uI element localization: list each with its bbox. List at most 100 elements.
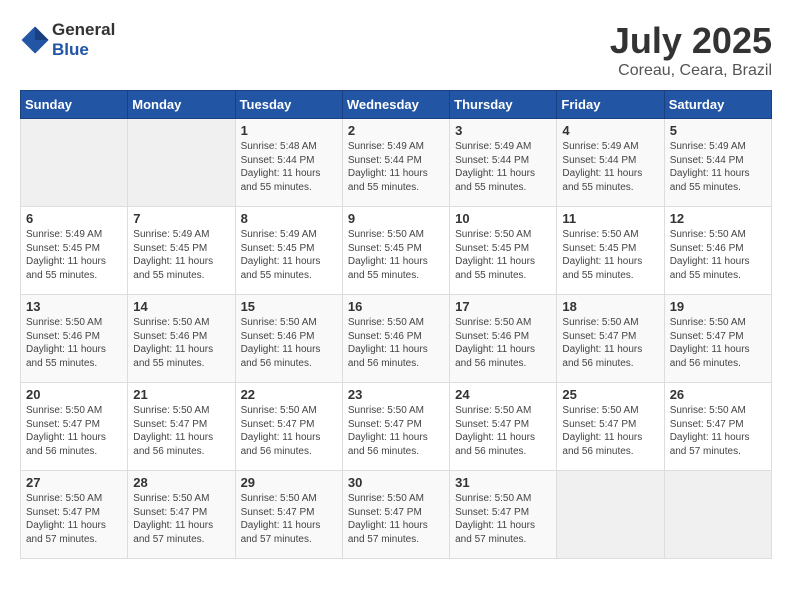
calendar-day-cell [557, 471, 664, 559]
calendar-day-cell: 18 Sunrise: 5:50 AMSunset: 5:47 PMDayligh… [557, 295, 664, 383]
day-info: Sunrise: 5:49 AMSunset: 5:45 PMDaylight:… [133, 228, 229, 282]
day-number: 31 [455, 475, 551, 490]
day-number: 7 [133, 211, 229, 226]
day-number: 14 [133, 299, 229, 314]
day-number: 27 [26, 475, 122, 490]
day-number: 11 [562, 211, 658, 226]
day-number: 17 [455, 299, 551, 314]
day-info: Sunrise: 5:49 AMSunset: 5:44 PMDaylight:… [455, 140, 551, 194]
day-number: 13 [26, 299, 122, 314]
day-number: 16 [348, 299, 444, 314]
calendar-day-cell: 8Sunrise: 5:49 AMSunset: 5:45 PMDaylight… [235, 207, 342, 295]
calendar-day-cell: 11 Sunrise: 5:50 AMSunset: 5:45 PMDayligh… [557, 207, 664, 295]
day-info: Sunrise: 5:50 AMSunset: 5:46 PMDaylight:… [26, 316, 122, 370]
day-info: Sunrise: 5:50 AMSunset: 5:47 PMDaylight:… [133, 404, 229, 458]
day-info: Sunrise: 5:50 AMSunset: 5:45 PMDaylight:… [348, 228, 444, 282]
day-info: Sunrise: 5:50 AMSunset: 5:47 PMDaylight:… [455, 404, 551, 458]
weekday-header-friday: Friday [557, 91, 664, 119]
calendar-day-cell: 23 Sunrise: 5:50 AMSunset: 5:47 PMDayligh… [342, 383, 449, 471]
day-number: 3 [455, 123, 551, 138]
day-number: 15 [241, 299, 337, 314]
day-info: Sunrise: 5:50 AMSunset: 5:47 PMDaylight:… [348, 404, 444, 458]
calendar-day-cell: 1Sunrise: 5:48 AMSunset: 5:44 PMDaylight… [235, 119, 342, 207]
calendar-day-cell [664, 471, 771, 559]
calendar-day-cell: 27 Sunrise: 5:50 AMSunset: 5:47 PMDayligh… [21, 471, 128, 559]
day-info: Sunrise: 5:50 AMSunset: 5:46 PMDaylight:… [455, 316, 551, 370]
day-number: 20 [26, 387, 122, 402]
calendar-week-row: 20 Sunrise: 5:50 AMSunset: 5:47 PMDayligh… [21, 383, 772, 471]
day-number: 21 [133, 387, 229, 402]
calendar-week-row: 1Sunrise: 5:48 AMSunset: 5:44 PMDaylight… [21, 119, 772, 207]
calendar-day-cell: 25 Sunrise: 5:50 AMSunset: 5:47 PMDayligh… [557, 383, 664, 471]
calendar-week-row: 27 Sunrise: 5:50 AMSunset: 5:47 PMDayligh… [21, 471, 772, 559]
location-title: Coreau, Ceara, Brazil [610, 62, 772, 80]
calendar-day-cell: 15Sunrise: 5:50 AMSunset: 5:46 PMDayligh… [235, 295, 342, 383]
calendar-day-cell: 29 Sunrise: 5:50 AMSunset: 5:47 PMDayligh… [235, 471, 342, 559]
calendar-day-cell: 26Sunrise: 5:50 AMSunset: 5:47 PMDayligh… [664, 383, 771, 471]
day-info: Sunrise: 5:50 AMSunset: 5:46 PMDaylight:… [133, 316, 229, 370]
logo-blue-text: Blue [52, 40, 89, 59]
calendar-day-cell: 20 Sunrise: 5:50 AMSunset: 5:47 PMDayligh… [21, 383, 128, 471]
calendar-day-cell: 2Sunrise: 5:49 AMSunset: 5:44 PMDaylight… [342, 119, 449, 207]
weekday-header-thursday: Thursday [450, 91, 557, 119]
day-number: 12 [670, 211, 766, 226]
day-number: 25 [562, 387, 658, 402]
calendar-day-cell: 6 Sunrise: 5:49 AMSunset: 5:45 PMDaylight… [21, 207, 128, 295]
day-number: 10 [455, 211, 551, 226]
weekday-header-saturday: Saturday [664, 91, 771, 119]
page-header: General Blue July 2025 Coreau, Ceara, Br… [20, 20, 772, 80]
day-info: Sunrise: 5:49 AMSunset: 5:45 PMDaylight:… [26, 228, 122, 282]
day-number: 22 [241, 387, 337, 402]
day-number: 28 [133, 475, 229, 490]
logo-general-text: General [52, 20, 115, 39]
day-info: Sunrise: 5:49 AMSunset: 5:44 PMDaylight:… [348, 140, 444, 194]
day-number: 4 [562, 123, 658, 138]
day-info: Sunrise: 5:50 AMSunset: 5:47 PMDaylight:… [241, 404, 337, 458]
calendar-day-cell: 30 Sunrise: 5:50 AMSunset: 5:47 PMDayligh… [342, 471, 449, 559]
day-number: 24 [455, 387, 551, 402]
calendar-day-cell: 5 Sunrise: 5:49 AMSunset: 5:44 PMDaylight… [664, 119, 771, 207]
day-number: 29 [241, 475, 337, 490]
calendar-day-cell: 4 Sunrise: 5:49 AMSunset: 5:44 PMDaylight… [557, 119, 664, 207]
calendar-week-row: 6 Sunrise: 5:49 AMSunset: 5:45 PMDaylight… [21, 207, 772, 295]
day-number: 6 [26, 211, 122, 226]
day-info: Sunrise: 5:50 AMSunset: 5:47 PMDaylight:… [241, 492, 337, 546]
calendar-table: SundayMondayTuesdayWednesdayThursdayFrid… [20, 90, 772, 559]
logo-icon [20, 25, 50, 55]
day-number: 18 [562, 299, 658, 314]
title-block: July 2025 Coreau, Ceara, Brazil [610, 20, 772, 80]
day-info: Sunrise: 5:50 AMSunset: 5:47 PMDaylight:… [670, 316, 766, 370]
weekday-header-wednesday: Wednesday [342, 91, 449, 119]
day-info: Sunrise: 5:50 AMSunset: 5:45 PMDaylight:… [455, 228, 551, 282]
day-info: Sunrise: 5:50 AMSunset: 5:47 PMDaylight:… [133, 492, 229, 546]
calendar-day-cell: 19Sunrise: 5:50 AMSunset: 5:47 PMDayligh… [664, 295, 771, 383]
day-info: Sunrise: 5:50 AMSunset: 5:47 PMDaylight:… [455, 492, 551, 546]
calendar-day-cell: 9Sunrise: 5:50 AMSunset: 5:45 PMDaylight… [342, 207, 449, 295]
day-info: Sunrise: 5:50 AMSunset: 5:47 PMDaylight:… [26, 404, 122, 458]
weekday-header-monday: Monday [128, 91, 235, 119]
calendar-day-cell: 16Sunrise: 5:50 AMSunset: 5:46 PMDayligh… [342, 295, 449, 383]
month-title: July 2025 [610, 20, 772, 62]
calendar-day-cell [21, 119, 128, 207]
day-number: 8 [241, 211, 337, 226]
calendar-day-cell: 28 Sunrise: 5:50 AMSunset: 5:47 PMDayligh… [128, 471, 235, 559]
calendar-day-cell: 12 Sunrise: 5:50 AMSunset: 5:46 PMDayligh… [664, 207, 771, 295]
day-info: Sunrise: 5:50 AMSunset: 5:47 PMDaylight:… [670, 404, 766, 458]
weekday-header-sunday: Sunday [21, 91, 128, 119]
day-info: Sunrise: 5:50 AMSunset: 5:47 PMDaylight:… [562, 316, 658, 370]
calendar-week-row: 13 Sunrise: 5:50 AMSunset: 5:46 PMDayligh… [21, 295, 772, 383]
day-info: Sunrise: 5:49 AMSunset: 5:44 PMDaylight:… [562, 140, 658, 194]
day-info: Sunrise: 5:50 AMSunset: 5:45 PMDaylight:… [562, 228, 658, 282]
day-info: Sunrise: 5:50 AMSunset: 5:47 PMDaylight:… [348, 492, 444, 546]
day-info: Sunrise: 5:50 AMSunset: 5:47 PMDaylight:… [562, 404, 658, 458]
day-number: 23 [348, 387, 444, 402]
day-info: Sunrise: 5:49 AMSunset: 5:44 PMDaylight:… [670, 140, 766, 194]
day-number: 5 [670, 123, 766, 138]
calendar-day-cell: 31 Sunrise: 5:50 AMSunset: 5:47 PMDayligh… [450, 471, 557, 559]
calendar-day-cell [128, 119, 235, 207]
calendar-day-cell: 21 Sunrise: 5:50 AMSunset: 5:47 PMDayligh… [128, 383, 235, 471]
day-info: Sunrise: 5:50 AMSunset: 5:46 PMDaylight:… [670, 228, 766, 282]
day-number: 30 [348, 475, 444, 490]
day-info: Sunrise: 5:48 AMSunset: 5:44 PMDaylight:… [241, 140, 337, 194]
day-info: Sunrise: 5:50 AMSunset: 5:47 PMDaylight:… [26, 492, 122, 546]
